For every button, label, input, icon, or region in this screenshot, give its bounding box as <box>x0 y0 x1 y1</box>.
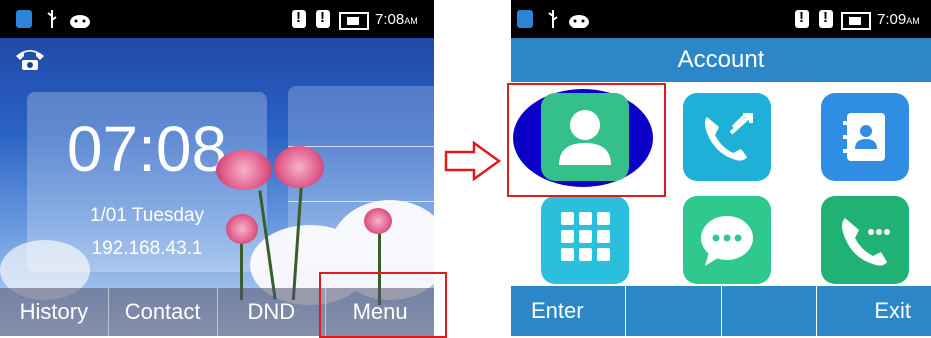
battery-icon <box>339 12 369 30</box>
status-bar: 7:09AM <box>511 0 931 38</box>
flower-graphic <box>274 146 324 188</box>
android-icon <box>68 10 92 29</box>
menu-highlight-box <box>319 272 447 338</box>
android-icon <box>567 10 591 29</box>
call-feature-icon[interactable] <box>683 93 771 181</box>
dnd-softkey[interactable]: DND <box>218 288 327 336</box>
divider <box>288 201 434 202</box>
flower-graphic <box>216 150 272 190</box>
divider <box>288 146 434 147</box>
wifi-icon <box>16 10 32 28</box>
status-bar: 7:08AM <box>0 0 434 38</box>
messages-icon[interactable] <box>683 196 771 284</box>
enter-softkey[interactable]: Enter <box>511 286 627 336</box>
alert-icon <box>292 9 306 28</box>
alert-icon <box>795 9 809 28</box>
alert-icon <box>819 9 833 28</box>
status-time: 7:09AM <box>877 11 920 28</box>
empty-softkey[interactable] <box>626 286 722 336</box>
flower-graphic <box>226 214 258 244</box>
account-highlight-box <box>507 83 666 197</box>
alert-icon <box>316 9 330 28</box>
phone-icon <box>14 44 46 80</box>
empty-softkey[interactable] <box>722 286 817 336</box>
dial-pad-icon[interactable] <box>541 196 629 284</box>
battery-icon <box>841 12 871 30</box>
wifi-icon <box>517 10 533 28</box>
status-time: 7:08AM <box>375 11 418 28</box>
flower-graphic <box>364 208 392 234</box>
contact-softkey[interactable]: Contact <box>109 288 218 336</box>
ip-address: 192.168.43.1 <box>91 238 203 259</box>
softkey-bar: Enter Exit <box>511 286 931 336</box>
divider <box>288 251 434 252</box>
call-history-icon[interactable] <box>821 196 909 284</box>
screen-title: Account <box>511 38 931 82</box>
exit-softkey[interactable]: Exit <box>817 286 931 336</box>
directory-icon[interactable] <box>821 93 909 181</box>
history-softkey[interactable]: History <box>0 288 109 336</box>
arrow-right-icon <box>444 140 502 186</box>
usb-icon <box>547 10 559 28</box>
usb-icon <box>46 10 58 28</box>
